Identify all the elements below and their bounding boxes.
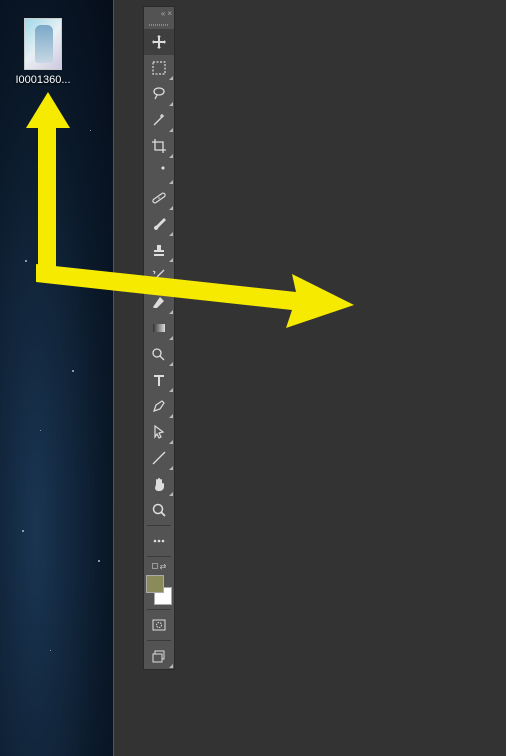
file-label: I0001360... [10,74,76,86]
line-icon [151,450,167,466]
dodge-icon [151,346,167,362]
quick-mask-tool[interactable] [144,612,174,638]
quick-selection-tool[interactable] [144,107,174,133]
crop-icon [151,138,167,154]
type-icon [151,372,167,388]
file-thumbnail [24,18,62,70]
crop-tool[interactable] [144,133,174,159]
dodge-tool[interactable] [144,341,174,367]
swap-colors-icon[interactable]: ⇄ [160,562,167,571]
magic-wand-icon [151,112,167,128]
desktop-file-icon[interactable]: I0001360... [10,18,76,86]
zoom-tool[interactable] [144,497,174,523]
default-colors[interactable]: ⇄ [144,559,174,573]
brush-icon [151,216,167,232]
path-selection-tool[interactable] [144,419,174,445]
arrow-cursor-icon [151,424,167,440]
annotation-arrow-up [24,92,72,282]
move-icon [151,34,167,50]
bandage-icon [151,190,167,206]
zoom-icon [151,502,167,518]
marquee-tool[interactable] [144,55,174,81]
move-tool[interactable] [144,29,174,55]
pen-tool[interactable] [144,393,174,419]
eyedropper-icon [151,164,167,180]
tools-panel: « × [143,6,175,670]
panel-header: « × [144,7,174,21]
screen-mode-tool[interactable] [144,643,174,669]
brush-tool[interactable] [144,211,174,237]
close-icon[interactable]: × [167,10,172,18]
more-tools[interactable] [144,528,174,554]
annotation-arrow-right [36,256,356,336]
marquee-icon [151,60,167,76]
hand-icon [151,476,167,492]
lasso-tool[interactable] [144,81,174,107]
hand-tool[interactable] [144,471,174,497]
healing-brush-tool[interactable] [144,185,174,211]
ellipsis-icon [151,533,167,549]
lasso-icon [151,86,167,102]
panel-drag-handle[interactable] [144,21,174,29]
mini-swatch-icon [152,563,158,569]
pen-icon [151,398,167,414]
collapse-icon[interactable]: « [161,10,165,18]
type-tool[interactable] [144,367,174,393]
screen-mode-icon [151,648,167,664]
color-swatches[interactable] [144,575,174,605]
quick-mask-icon [151,617,167,633]
eyedropper-tool[interactable] [144,159,174,185]
foreground-color[interactable] [146,575,164,593]
line-tool[interactable] [144,445,174,471]
